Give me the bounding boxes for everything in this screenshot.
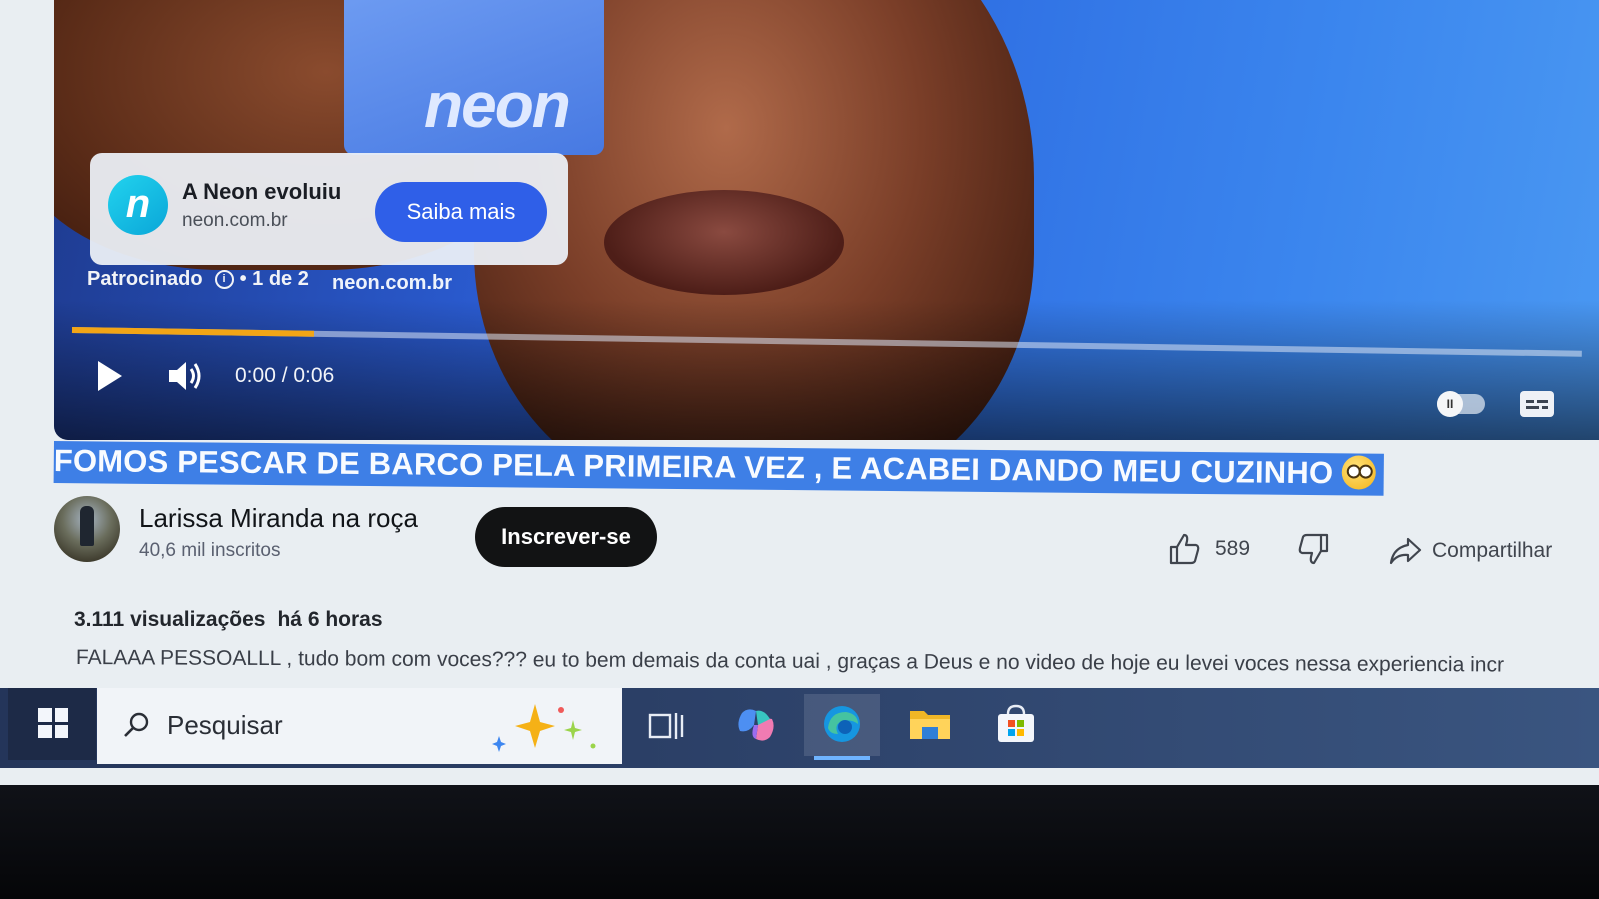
taskbar-search-box[interactable]: Pesquisar <box>97 688 622 764</box>
edge-icon <box>824 705 860 742</box>
file-explorer-icon <box>910 710 950 739</box>
ad-overlay-card[interactable]: n A Neon evoluiu neon.com.br Saiba mais <box>90 153 568 265</box>
video-title: FOMOS PESCAR DE BARCO PELA PRIMEIRA VEZ … <box>53 441 1384 496</box>
edge-button[interactable] <box>804 694 880 760</box>
upload-age: há 6 horas <box>277 608 383 631</box>
thumbs-up-icon <box>1169 533 1200 565</box>
microsoft-store-button[interactable] <box>978 694 1054 756</box>
like-button[interactable]: 589 <box>1167 532 1250 566</box>
search-placeholder: Pesquisar <box>167 710 283 740</box>
like-count: 589 <box>1215 537 1251 560</box>
channel-avatar[interactable] <box>54 496 120 562</box>
info-icon[interactable]: i <box>214 270 234 289</box>
copilot-sparkle-icon[interactable] <box>489 698 599 756</box>
video-frame-lips <box>604 190 844 295</box>
screen: neon n A Neon evoluiu neon.com.br Saiba … <box>0 0 1599 785</box>
task-view-icon <box>648 712 684 739</box>
copilot-icon <box>738 708 774 741</box>
sponsored-label: Patrocinado <box>87 268 203 290</box>
dislike-button[interactable] <box>1297 532 1331 566</box>
neon-card-logo: neon <box>424 69 571 141</box>
subtitles-icon <box>1526 400 1534 403</box>
ad-url: neon.com.br <box>182 210 288 231</box>
copilot-button[interactable] <box>718 694 794 756</box>
play-icon <box>98 361 122 391</box>
ad-sponsored-info: Patrocinado i • 1 de 2 <box>87 268 309 291</box>
video-title-text: FOMOS PESCAR DE BARCO PELA PRIMEIRA VEZ … <box>53 442 1334 491</box>
share-button[interactable]: Compartilhar <box>1388 534 1552 568</box>
volume-button[interactable] <box>166 357 206 395</box>
advertiser-link[interactable]: neon.com.br <box>332 272 452 295</box>
monitor-bezel <box>0 785 1599 899</box>
pause-icon: II <box>1437 391 1463 417</box>
play-button[interactable] <box>94 357 126 395</box>
subtitles-button[interactable] <box>1520 391 1554 417</box>
view-count: 3.111 visualizações <box>74 608 266 631</box>
neon-logo-icon: n <box>108 175 168 235</box>
volume-icon <box>169 362 201 390</box>
file-explorer-button[interactable] <box>892 694 968 756</box>
description-meta[interactable]: 3.111 visualizações há 6 horas <box>74 608 395 632</box>
microsoft-store-icon <box>998 704 1034 742</box>
learn-more-button[interactable]: Saiba mais <box>375 182 547 242</box>
video-player[interactable]: neon n A Neon evoluiu neon.com.br Saiba … <box>54 0 1599 440</box>
autoplay-toggle[interactable]: II <box>1437 391 1485 417</box>
share-icon <box>1389 537 1422 565</box>
ad-counter: • 1 de 2 <box>239 268 309 290</box>
time-display: 0:00 / 0:06 <box>235 364 335 387</box>
channel-name[interactable]: Larissa Miranda na roça <box>139 503 418 534</box>
search-icon <box>124 712 149 737</box>
flushed-face-emoji-icon <box>1341 455 1376 490</box>
ad-title: A Neon evoluiu <box>182 179 342 204</box>
windows-icon <box>38 708 68 738</box>
windows-taskbar: Pesquisar <box>0 688 1599 768</box>
start-button[interactable] <box>8 688 96 760</box>
thumbs-down-icon <box>1298 533 1329 565</box>
subscriber-count: 40,6 mil inscritos <box>139 540 281 561</box>
description-text[interactable]: FALAAA PESSOALLL , tudo bom com voces???… <box>76 646 1599 678</box>
task-view-button[interactable] <box>628 694 704 756</box>
subscribe-button[interactable]: Inscrever-se <box>475 507 657 567</box>
share-label: Compartilhar <box>1432 539 1553 562</box>
